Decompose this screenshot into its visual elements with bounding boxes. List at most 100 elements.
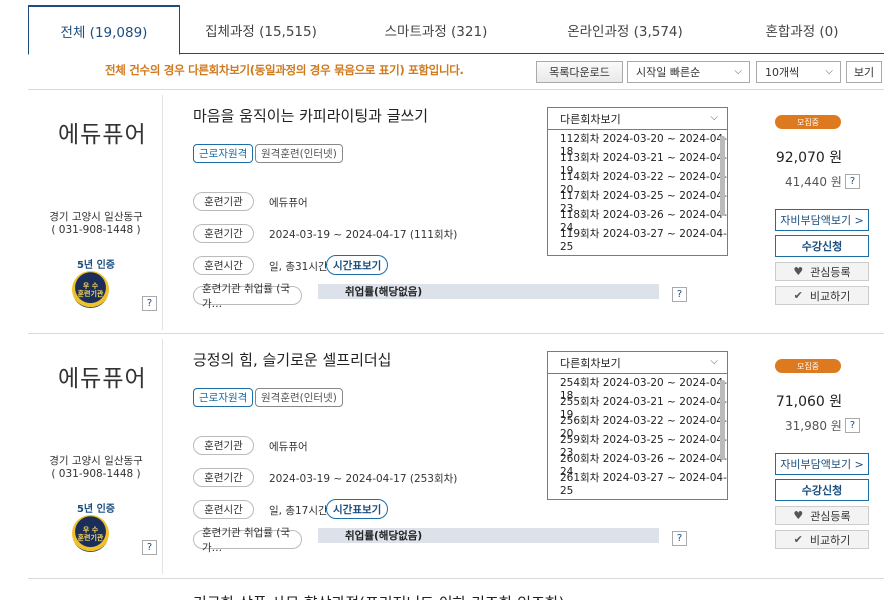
training-mode-tag: 원격훈련(인터넷) xyxy=(255,388,343,407)
apply-button[interactable]: 수강신청 xyxy=(775,479,869,501)
self-pay-price: 41,440 원 xyxy=(785,175,842,189)
other-sessions-dropdown[interactable]: 다른회차보기 ⌵ 112회차 2024-03-20 ~ 2024-04-18 1… xyxy=(547,107,728,256)
course-price: 71,060 원 xyxy=(775,394,843,410)
course-card: 에듀퓨어 경기 고양시 일산동구 ( 031-908-1448 ) 5년 인증 … xyxy=(28,333,884,577)
compare-button[interactable]: ✔ 비교하기 xyxy=(775,530,869,549)
course-type-tag: 근로자원격 xyxy=(193,388,254,407)
other-sessions-dropdown[interactable]: 다른회차보기 ⌵ 254회차 2024-03-20 ~ 2024-04-18 2… xyxy=(547,351,728,500)
next-course-title[interactable]: 기근한 상품 사무 향상과정(프리저너드 이하 기조한 인조한) xyxy=(193,592,565,600)
help-icon[interactable]: ? xyxy=(672,287,687,302)
tab-classroom[interactable]: 집체과정 (15,515) xyxy=(180,5,342,54)
status-badge: 모집중 xyxy=(775,115,841,129)
org-logo[interactable]: 에듀퓨어 xyxy=(58,359,147,393)
column-divider xyxy=(162,339,163,574)
org-name: 에듀퓨어 xyxy=(269,197,308,209)
session-list: 254회차 2024-03-20 ~ 2024-04-18 255회차 2024… xyxy=(548,374,727,497)
favorite-label: 관심등록 xyxy=(810,265,851,279)
check-icon: ✔ xyxy=(793,289,803,302)
session-scrollbar[interactable] xyxy=(720,136,725,216)
sort-select-value: 시작일 빠른순 xyxy=(636,66,701,79)
heart-icon: ♥ xyxy=(793,265,804,278)
org-address: 경기 고양시 일산동구 ( 031-908-1448 ) xyxy=(28,455,164,481)
chevron-down-icon: ⌵ xyxy=(734,66,742,77)
course-type-tabs: 전체 (19,089) 집체과정 (15,515) 스마트과정 (321) 온라… xyxy=(28,5,884,55)
org-label: 훈련기관 xyxy=(193,436,254,455)
org-address-text: 경기 고양시 일산동구 xyxy=(49,455,143,467)
badge-text-2: 훈련기관 xyxy=(77,289,104,298)
employment-label[interactable]: 훈련기관 취업률 (국가… xyxy=(193,283,302,310)
other-sessions-label: 다른회차보기 xyxy=(560,112,621,126)
compare-button[interactable]: ✔ 비교하기 xyxy=(775,286,869,305)
favorite-label: 관심등록 xyxy=(810,509,851,523)
timetable-button[interactable]: 시간표보기 xyxy=(326,255,389,275)
help-icon[interactable]: ? xyxy=(142,540,157,555)
self-pay-button[interactable]: 자비부담액보기 > xyxy=(775,453,869,475)
chevron-down-icon: ⌵ xyxy=(710,112,718,123)
org-label: 훈련기관 xyxy=(193,192,254,211)
time-label: 훈련시간 xyxy=(193,500,254,519)
chevron-down-icon: ⌵ xyxy=(710,356,718,367)
org-address-text: 경기 고양시 일산동구 xyxy=(49,211,143,223)
session-item[interactable]: 119회차 2024-03-27 ~ 2024-04-25 xyxy=(560,228,727,253)
time-label: 훈련시간 xyxy=(193,256,254,275)
tab-all[interactable]: 전체 (19,089) xyxy=(28,5,180,55)
heart-icon: ♥ xyxy=(793,509,804,522)
help-icon[interactable]: ? xyxy=(845,418,860,433)
employment-rate-text: 취업률(해당없음) xyxy=(345,286,423,298)
timetable-button[interactable]: 시간표보기 xyxy=(326,499,389,519)
page-size-select[interactable]: 10개씩 ⌵ xyxy=(756,61,841,83)
other-sessions-header[interactable]: 다른회차보기 ⌵ xyxy=(548,108,727,130)
course-card: 에듀퓨어 경기 고양시 일산동구 ( 031-908-1448 ) 5년 인증 … xyxy=(28,89,884,333)
org-name: 에듀퓨어 xyxy=(269,441,308,453)
hours-value: 일, 총31시간 xyxy=(269,261,328,273)
help-icon[interactable]: ? xyxy=(845,174,860,189)
badge-text-2: 훈련기관 xyxy=(77,533,104,542)
self-pay-price: 31,980 원 xyxy=(785,419,842,433)
period-label: 훈련기간 xyxy=(193,224,254,243)
employment-rate-bar: 취업률(해당없음) xyxy=(318,528,659,543)
course-title[interactable]: 마음을 움직이는 카피라이팅과 글쓰기 xyxy=(193,105,428,126)
course-type-tag: 근로자원격 xyxy=(193,144,254,163)
org-logo[interactable]: 에듀퓨어 xyxy=(58,115,147,149)
other-sessions-label: 다른회차보기 xyxy=(560,356,621,370)
tab-smart[interactable]: 스마트과정 (321) xyxy=(342,5,530,54)
period-label: 훈련기간 xyxy=(193,468,254,487)
compare-label: 비교하기 xyxy=(809,289,851,303)
badge-text-1: 우 수 xyxy=(82,525,99,534)
excellent-org-badge-icon: 우 수 훈련기관 xyxy=(72,515,109,552)
other-sessions-header[interactable]: 다른회차보기 ⌵ xyxy=(548,352,727,374)
list-divider xyxy=(28,578,884,579)
session-scrollbar[interactable] xyxy=(720,380,725,460)
course-price: 92,070 원 xyxy=(775,150,843,166)
page-size-value: 10개씩 xyxy=(765,66,800,79)
excellent-org-badge-icon: 우 수 훈련기관 xyxy=(72,271,109,308)
org-phone: ( 031-908-1448 ) xyxy=(51,468,141,480)
favorite-button[interactable]: ♥ 관심등록 xyxy=(775,262,869,281)
check-icon: ✔ xyxy=(793,533,803,546)
chevron-down-icon: ⌵ xyxy=(825,66,833,77)
certification-years: 5년 인증 xyxy=(76,260,116,271)
help-icon[interactable]: ? xyxy=(142,296,157,311)
column-divider xyxy=(162,95,163,330)
tab-online[interactable]: 온라인과정 (3,574) xyxy=(530,5,720,54)
favorite-button[interactable]: ♥ 관심등록 xyxy=(775,506,869,525)
session-item[interactable]: 261회차 2024-03-27 ~ 2024-04-25 xyxy=(560,472,727,497)
period-value: 2024-03-19 ~ 2024-04-17 (111회차) xyxy=(269,229,458,241)
org-phone: ( 031-908-1448 ) xyxy=(51,224,141,236)
compare-label: 비교하기 xyxy=(809,533,851,547)
self-pay-button[interactable]: 자비부담액보기 > xyxy=(775,209,869,231)
tab-blended[interactable]: 혼합과정 (0) xyxy=(720,5,884,54)
certification-years: 5년 인증 xyxy=(76,504,116,515)
employment-rate-text: 취업률(해당없음) xyxy=(345,530,423,542)
status-badge: 모집중 xyxy=(775,359,841,373)
list-download-button[interactable]: 목록다운로드 xyxy=(536,61,623,83)
apply-button[interactable]: 수강신청 xyxy=(775,235,869,257)
badge-text-1: 우 수 xyxy=(82,281,99,290)
view-button[interactable]: 보기 xyxy=(846,61,882,83)
sort-select[interactable]: 시작일 빠른순 ⌵ xyxy=(627,61,750,83)
course-title[interactable]: 긍정의 힘, 슬기로운 셀프리더십 xyxy=(193,349,391,370)
employment-label[interactable]: 훈련기관 취업률 (국가… xyxy=(193,527,302,554)
training-mode-tag: 원격훈련(인터넷) xyxy=(255,144,343,163)
help-icon[interactable]: ? xyxy=(672,531,687,546)
hours-value: 일, 총17시간 xyxy=(269,505,328,517)
